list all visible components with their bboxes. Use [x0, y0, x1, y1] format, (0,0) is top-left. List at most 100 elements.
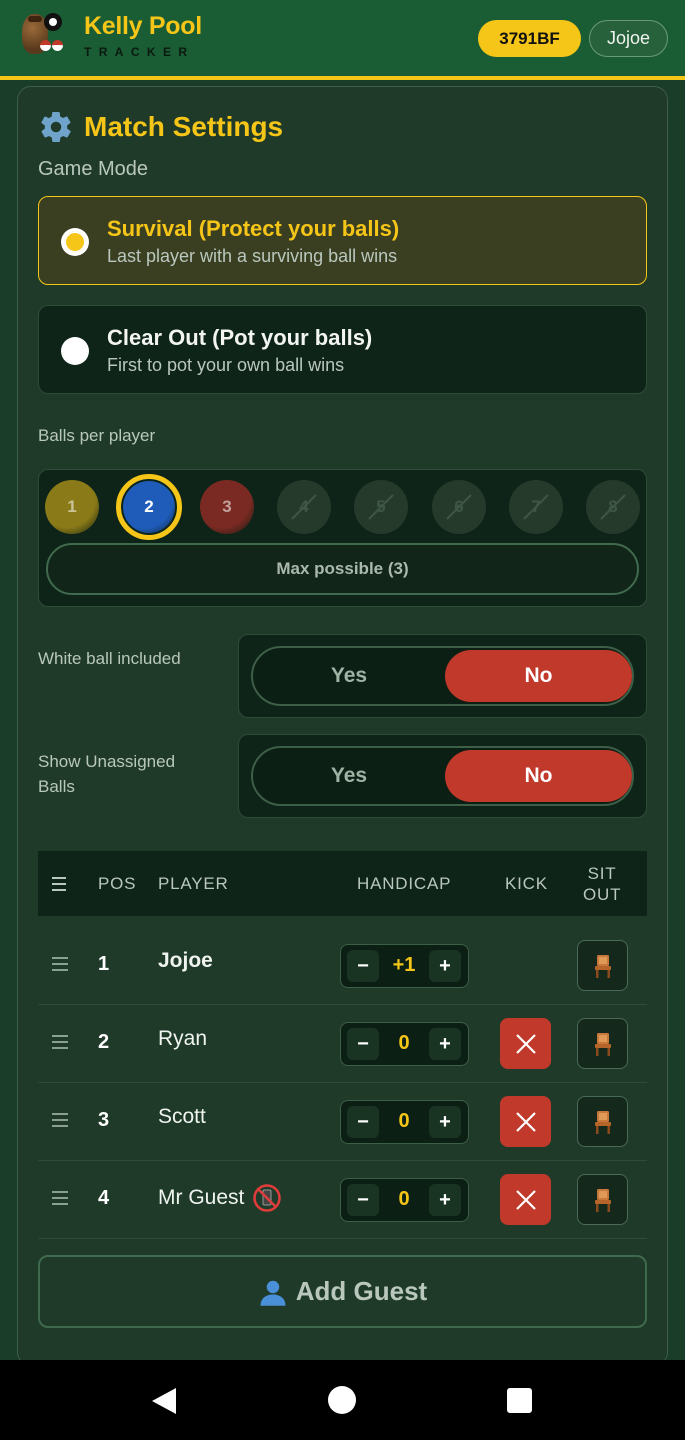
balls-per-player-label: Balls per player	[38, 426, 156, 445]
ball-option-8: 8	[586, 480, 640, 534]
brand-title: Kelly Pool	[84, 12, 202, 40]
player-position: 4	[98, 1187, 110, 1209]
add-guest-button[interactable]: Add Guest	[38, 1255, 647, 1328]
mode-survival-option[interactable]: Survival (Protect your balls) Last playe…	[38, 196, 647, 285]
player-position: 1	[98, 953, 110, 975]
match-code-badge[interactable]: 3791BF	[478, 20, 581, 57]
ball-option-2[interactable]: 2	[116, 474, 182, 540]
drag-handle-icon[interactable]	[52, 957, 70, 971]
person-icon	[260, 1280, 286, 1306]
handicap-decrease-button[interactable]: −	[347, 1028, 379, 1060]
mode-title: Clear Out (Pot your balls)	[107, 325, 373, 350]
close-icon	[515, 1111, 536, 1132]
max-possible-button[interactable]: Max possible (3)	[46, 543, 639, 595]
app-header: Kelly Pool TRACKER 3791BF Jojoe	[0, 0, 685, 80]
table-row: 1 Jojoe − +1 +	[38, 927, 647, 1005]
handicap-value: +1	[392, 954, 416, 976]
handicap-value: 0	[398, 1110, 410, 1132]
back-icon[interactable]	[150, 1386, 178, 1416]
no-phone-icon	[253, 1184, 282, 1212]
mode-description: Last player with a surviving ball wins	[107, 246, 398, 266]
player-name: Mr Guest	[158, 1186, 245, 1209]
sit-out-button[interactable]	[577, 1018, 628, 1069]
ball-icon	[52, 40, 63, 51]
handicap-decrease-button[interactable]: −	[347, 1184, 379, 1216]
mode-description: First to pot your own ball wins	[107, 355, 345, 375]
th-player: PLAYER	[158, 874, 229, 893]
player-name-cell: Jojoe	[158, 949, 213, 973]
add-guest-label: Add Guest	[295, 1276, 428, 1306]
radio-unselected-icon[interactable]	[61, 337, 89, 365]
player-position: 2	[98, 1031, 110, 1053]
player-name-cell: Scott	[158, 1105, 206, 1129]
player-name-cell: Mr Guest	[158, 1183, 282, 1213]
handicap-stepper: −0 +	[340, 1100, 469, 1144]
ball-option-1[interactable]: 1	[45, 480, 99, 534]
chair-icon	[594, 954, 611, 978]
drag-handle-icon	[52, 877, 66, 891]
chair-icon	[594, 1188, 611, 1212]
unassigned-label-line-1: Show Unassigned	[38, 752, 176, 771]
game-mode-label: Game Mode	[38, 158, 149, 180]
match-settings-heading: Match Settings	[84, 111, 284, 142]
table-header: POS PLAYER HANDICAP KICK SIT OUT	[38, 851, 647, 916]
kick-button[interactable]	[500, 1018, 551, 1069]
unassigned-yes-button[interactable]: Yes	[253, 748, 445, 804]
player-name: Ryan	[158, 1027, 208, 1050]
section-title: Match Settings	[38, 108, 283, 146]
user-badge[interactable]: Jojoe	[589, 20, 668, 57]
white-ball-yes-button[interactable]: Yes	[253, 648, 445, 704]
mode-title: Survival (Protect your balls)	[107, 216, 400, 241]
close-icon	[515, 1189, 536, 1210]
table-row: 3 Scott −0 +	[38, 1083, 647, 1161]
player-name: Jojoe	[158, 949, 213, 972]
th-handicap: HANDICAP	[357, 874, 452, 893]
eight-ball-icon	[44, 13, 62, 31]
drag-handle-icon[interactable]	[52, 1113, 70, 1127]
home-icon[interactable]	[328, 1386, 356, 1414]
white-ball-no-button[interactable]: No	[445, 650, 632, 702]
toggle-pill: Yes No	[251, 646, 634, 706]
ball-option-6: 6	[432, 480, 486, 534]
handicap-value: 0	[398, 1032, 410, 1054]
th-sit-out: SIT OUT	[583, 863, 621, 905]
handicap-stepper: − +1 +	[340, 944, 469, 988]
handicap-stepper: −0 +	[340, 1022, 469, 1066]
chair-icon	[594, 1032, 611, 1056]
radio-selected-icon[interactable]	[61, 228, 89, 256]
player-name: Scott	[158, 1105, 206, 1128]
ball-icon	[40, 40, 51, 51]
handicap-increase-button[interactable]: +	[429, 1028, 461, 1060]
kick-button[interactable]	[500, 1096, 551, 1147]
sit-out-button[interactable]	[577, 1174, 628, 1225]
ball-option-7: 7	[509, 480, 563, 534]
drag-handle-icon[interactable]	[52, 1191, 70, 1205]
white-ball-label: White ball included	[38, 649, 181, 668]
unassigned-label-line-2: Balls	[38, 777, 75, 796]
handicap-decrease-button[interactable]: −	[347, 950, 379, 982]
gear-icon	[41, 111, 71, 143]
handicap-increase-button[interactable]: +	[429, 1106, 461, 1138]
table-row: 2 Ryan −0 +	[38, 1005, 647, 1083]
sit-out-button[interactable]	[577, 940, 628, 991]
mode-clear-out-option[interactable]: Clear Out (Pot your balls) First to pot …	[38, 305, 647, 394]
table-row: 4 Mr Guest −0 +	[38, 1161, 647, 1239]
th-sit-out-line-2: OUT	[583, 885, 622, 904]
kick-button[interactable]	[500, 1174, 551, 1225]
th-pos: POS	[98, 874, 137, 893]
ball-option-4: 4	[277, 480, 331, 534]
recents-icon[interactable]	[507, 1388, 532, 1413]
unassigned-balls-label: Show Unassigned Balls	[38, 749, 175, 799]
handicap-increase-button[interactable]: +	[429, 950, 461, 982]
ball-option-3[interactable]: 3	[200, 480, 254, 534]
unassigned-balls-toggle: Yes No	[238, 734, 647, 818]
unassigned-no-button[interactable]: No	[445, 750, 632, 802]
toggle-pill: Yes No	[251, 746, 634, 806]
handicap-increase-button[interactable]: +	[429, 1184, 461, 1216]
sit-out-button[interactable]	[577, 1096, 628, 1147]
drag-handle-icon[interactable]	[52, 1035, 70, 1049]
brand-subtitle: TRACKER	[84, 45, 195, 59]
player-position: 3	[98, 1109, 110, 1131]
chair-icon	[594, 1110, 611, 1134]
handicap-decrease-button[interactable]: −	[347, 1106, 379, 1138]
